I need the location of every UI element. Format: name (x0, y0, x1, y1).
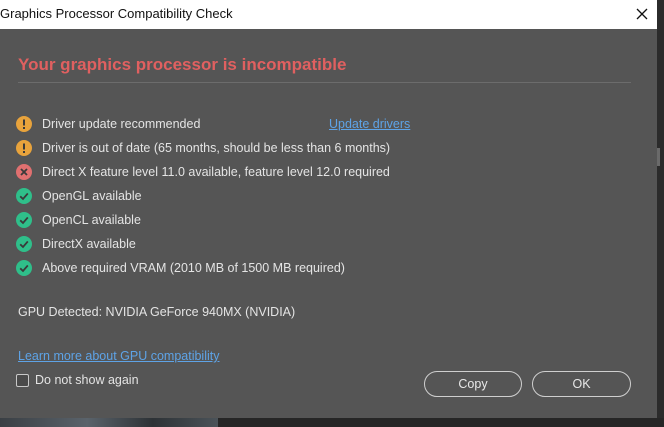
window-title: Graphics Processor Compatibility Check (0, 6, 233, 21)
x-circle-icon (16, 164, 32, 180)
checkmark-circle-icon (16, 260, 32, 276)
exclamation-circle-icon (16, 116, 32, 132)
gpu-detected-text: GPU Detected: NVIDIA GeForce 940MX (NVID… (18, 305, 296, 319)
copy-button[interactable]: Copy (424, 371, 522, 397)
divider (18, 82, 631, 83)
learn-more-link[interactable]: Learn more about GPU compatibility (18, 349, 219, 363)
compatibility-dialog: Graphics Processor Compatibility Check Y… (0, 0, 657, 418)
check-text: Above required VRAM (2010 MB of 1500 MB … (42, 261, 345, 275)
close-button[interactable] (628, 2, 656, 26)
title-bar: Graphics Processor Compatibility Check (0, 0, 657, 29)
window-edge (657, 0, 664, 418)
check-text: Driver update recommended (42, 117, 201, 131)
update-drivers-link[interactable]: Update drivers (329, 117, 410, 131)
ok-button[interactable]: OK (532, 371, 631, 397)
check-text: Driver is out of date (65 months, should… (42, 141, 391, 155)
checkmark-circle-icon (16, 188, 32, 204)
do-not-show-again-label[interactable]: Do not show again (35, 373, 139, 387)
check-text: OpenGL available (42, 189, 142, 203)
close-icon (636, 8, 648, 20)
check-text: OpenCL available (42, 213, 141, 227)
do-not-show-again-checkbox[interactable] (16, 374, 29, 387)
check-text: Direct X feature level 11.0 available, f… (42, 165, 390, 179)
checkmark-circle-icon (16, 212, 32, 228)
exclamation-circle-icon (16, 140, 32, 156)
checkmark-circle-icon (16, 236, 32, 252)
incompatible-headline: Your graphics processor is incompatible (18, 55, 347, 74)
check-text: DirectX available (42, 237, 136, 251)
